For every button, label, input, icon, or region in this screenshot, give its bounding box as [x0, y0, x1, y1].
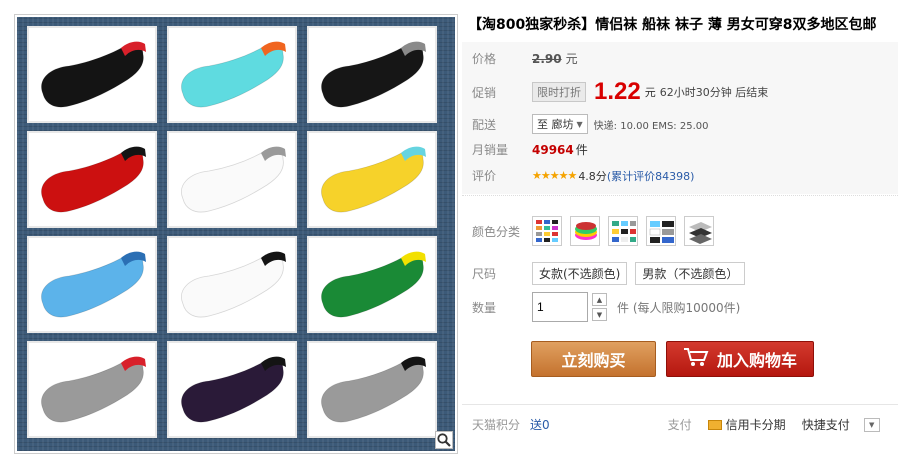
color-row: 颜色分类 — [472, 216, 714, 246]
promo-price: 1.22 — [594, 78, 641, 105]
quantity-row: 数量 ▲ ▼ 件 (每人限购10000件) — [472, 292, 740, 322]
chevron-down-icon[interactable]: ▼ — [863, 417, 880, 432]
promo-tag: 限时打折 — [532, 82, 586, 102]
color-swatch-stripe-set[interactable] — [646, 216, 676, 246]
rating-stars-icon: ★★★★★ — [532, 169, 577, 182]
chevron-down-icon: ▼ — [576, 119, 583, 129]
price-unit: 元 — [565, 52, 578, 66]
credit-installment[interactable]: 信用卡分期 — [707, 416, 786, 433]
color-label: 颜色分类 — [472, 224, 521, 239]
promo-label: 促销 — [472, 85, 497, 100]
color-swatch-stack-colors[interactable] — [570, 216, 600, 246]
shipping-fees: 快递: 10.00 EMS: 25.00 — [593, 120, 709, 132]
zoom-icon[interactable] — [435, 431, 453, 449]
divider — [462, 195, 898, 196]
sock-image — [41, 251, 146, 318]
sock-image — [181, 251, 286, 318]
add-to-cart-label: 加入购物车 — [716, 351, 797, 370]
sock-image — [181, 41, 286, 108]
gallery-thumbnail[interactable] — [307, 341, 437, 438]
original-price: 2.90 — [532, 51, 562, 66]
promo-row: 促销 限时打折 1.22 元 62小时30分钟 后结束 — [472, 78, 768, 106]
promo-unit: 元 — [644, 86, 656, 99]
color-swatch-dark-set[interactable] — [684, 216, 714, 246]
gallery-thumbnail[interactable] — [167, 131, 297, 228]
price-row: 价格 2.90 元 — [472, 50, 578, 67]
bottom-row: 天猫积分 送0 支付 信用卡分期 快捷支付 ▼ — [472, 416, 880, 433]
gallery-thumbnail[interactable] — [27, 131, 157, 228]
quantity-increase-button[interactable]: ▲ — [592, 293, 607, 306]
buy-now-label: 立刻购买 — [561, 351, 626, 370]
shipping-destination-select[interactable]: 至 廊坊 ▼ — [532, 114, 588, 134]
gallery-thumbnail[interactable] — [167, 236, 297, 333]
sock-grid — [27, 26, 437, 438]
sock-image — [321, 146, 426, 213]
gallery-thumbnail[interactable] — [307, 131, 437, 228]
buy-now-button[interactable]: 立刻购买 — [531, 341, 656, 377]
rating-label: 评价 — [472, 169, 497, 183]
credit-installment-label: 信用卡分期 — [725, 418, 786, 432]
sales-label: 月销量 — [472, 143, 509, 157]
color-swatch-pairs-grid[interactable] — [608, 216, 638, 246]
sock-image — [41, 41, 146, 108]
payment-label: 支付 — [667, 418, 692, 432]
shipping-label: 配送 — [472, 117, 497, 132]
quick-pay-label[interactable]: 快捷支付 — [802, 416, 850, 433]
product-gallery — [14, 14, 458, 454]
sock-image — [41, 146, 146, 213]
product-title: 【淘800独家秒杀】情侣袜 船袜 袜子 薄 男女可穿8双多地区包邮 — [468, 17, 877, 33]
gallery-thumbnail[interactable] — [27, 26, 157, 123]
gallery-thumbnail[interactable] — [307, 236, 437, 333]
points-value: 送0 — [530, 418, 550, 432]
color-swatch-multi-grid[interactable] — [532, 216, 562, 246]
gallery-thumbnail[interactable] — [27, 236, 157, 333]
gallery-thumbnail[interactable] — [27, 341, 157, 438]
sock-image — [41, 356, 146, 423]
size-row: 尺码 女款(不选颜色) 男款（不选颜色） — [472, 262, 753, 285]
size-option-male[interactable]: 男款（不选颜色） — [635, 262, 746, 285]
sock-image — [181, 356, 286, 423]
divider-bottom — [462, 404, 898, 405]
rating-score: 4.8分 — [578, 169, 607, 183]
size-label: 尺码 — [472, 267, 497, 281]
shipping-row: 配送 至 廊坊 ▼ 快递: 10.00 EMS: 25.00 — [472, 114, 708, 134]
size-option-female[interactable]: 女款(不选颜色) — [532, 262, 628, 285]
sock-image — [321, 41, 426, 108]
rating-row: 评价 ★★★★★ 4.8分 (累计评价84398) — [472, 167, 694, 184]
promo-countdown: 62小时30分钟 后结束 — [659, 86, 769, 99]
sock-image — [321, 251, 426, 318]
sock-image — [321, 356, 426, 423]
review-count-link[interactable]: (累计评价84398) — [607, 168, 695, 184]
sock-image — [181, 146, 286, 213]
quantity-limit-note: 件 (每人限购10000件) — [617, 300, 741, 315]
gallery-thumbnail[interactable] — [167, 26, 297, 123]
gallery-thumbnail[interactable] — [307, 26, 437, 123]
price-label: 价格 — [472, 52, 497, 66]
color-swatches — [532, 216, 714, 246]
sales-row: 月销量 49964 件 — [472, 141, 588, 158]
sales-count: 49964 — [532, 142, 574, 157]
add-to-cart-button[interactable]: 加入购物车 — [666, 341, 814, 377]
gallery-background — [17, 17, 455, 451]
quantity-stepper: ▲ ▼ — [592, 293, 607, 321]
points-label: 天猫积分 — [472, 418, 521, 432]
sales-unit: 件 — [575, 143, 588, 157]
quantity-decrease-button[interactable]: ▼ — [592, 308, 607, 321]
quantity-label: 数量 — [472, 300, 497, 315]
cart-icon — [683, 347, 709, 371]
shipping-destination: 至 廊坊 — [537, 118, 574, 131]
credit-card-icon — [707, 419, 722, 430]
quantity-input[interactable] — [532, 292, 588, 322]
gallery-thumbnail[interactable] — [167, 341, 297, 438]
